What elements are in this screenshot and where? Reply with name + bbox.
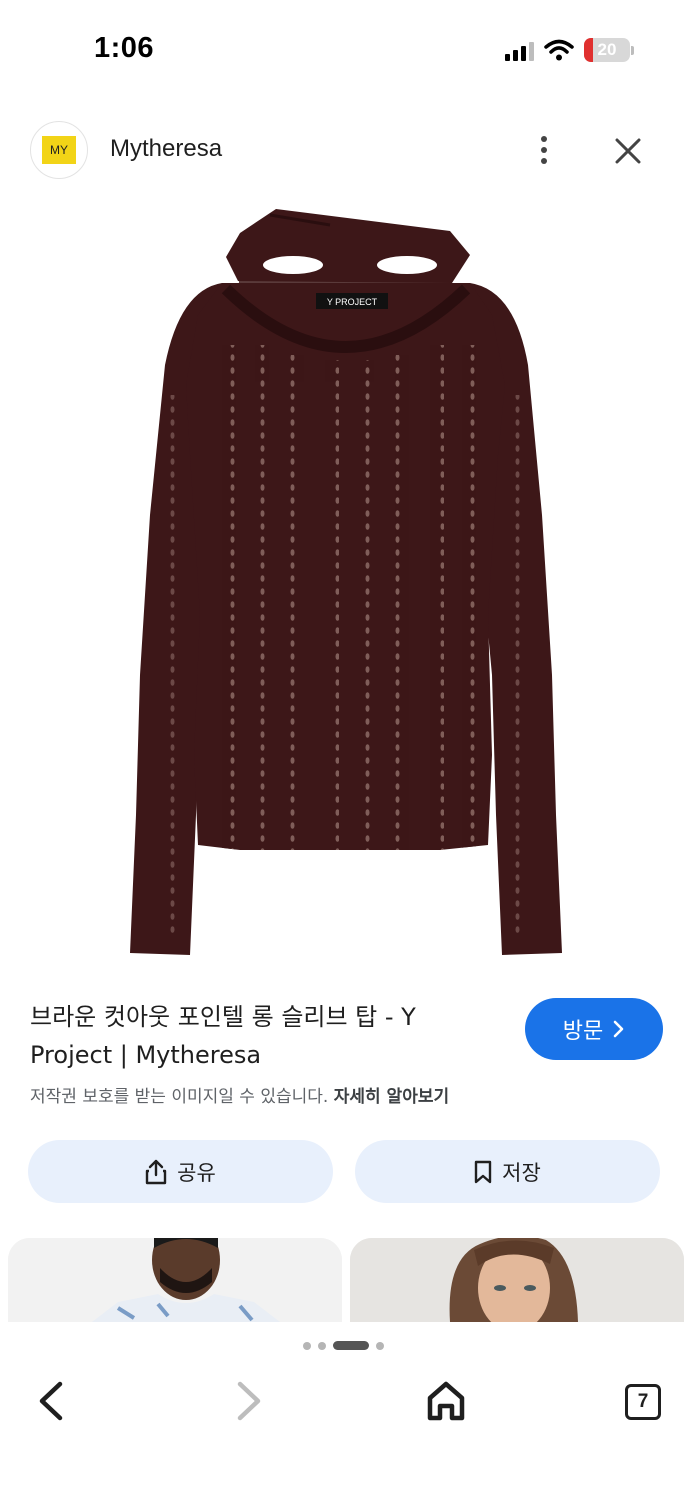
page-dot: [303, 1341, 311, 1350]
copyright-notice: 저작권 보호를 받는 이미지일 수 있습니다. 자세히 알아보기: [30, 1082, 449, 1107]
home-icon[interactable]: [422, 1378, 470, 1424]
related-image-1[interactable]: [8, 1238, 342, 1322]
site-logo-mark: MY: [42, 136, 76, 164]
tab-count: 7: [637, 1391, 649, 1412]
related-image-2[interactable]: [350, 1238, 684, 1322]
visit-label: 방문: [562, 1019, 604, 1044]
cellular-signal-icon: [505, 39, 534, 61]
bottom-navigation-bar: 7: [0, 1322, 692, 1500]
more-vert-icon: [541, 136, 547, 142]
product-image-graphic: Y PROJECT: [130, 209, 562, 955]
page-indicator: [303, 1341, 384, 1350]
share-button[interactable]: 공유: [28, 1140, 333, 1203]
site-name[interactable]: Mytheresa: [110, 135, 222, 163]
product-image[interactable]: Y PROJECT: [0, 195, 692, 975]
status-bar: 1:06 20: [0, 0, 692, 100]
save-button[interactable]: 저장: [355, 1140, 660, 1203]
share-icon: [145, 1159, 167, 1184]
share-label: 공유: [177, 1160, 216, 1185]
battery-tip: [631, 45, 634, 55]
page-dot: [376, 1341, 384, 1350]
battery-icon: 20: [584, 38, 634, 62]
site-header: MY Mytheresa: [0, 115, 692, 185]
related-image-2-graphic: [350, 1238, 684, 1322]
forward-arrow-icon[interactable]: [226, 1378, 270, 1424]
learn-more-link[interactable]: 자세히 알아보기: [334, 1087, 449, 1107]
product-title[interactable]: 브라운 컷아웃 포인텔 롱 슬리브 탑 - Y Project | Myther…: [30, 998, 500, 1074]
page-dot: [318, 1341, 326, 1350]
save-label: 저장: [502, 1160, 541, 1185]
chevron-right-icon: [613, 1020, 624, 1038]
back-arrow-icon[interactable]: [30, 1378, 74, 1424]
brand-label: Y PROJECT: [327, 297, 378, 307]
tabs-button[interactable]: 7: [625, 1384, 661, 1420]
wifi-icon: [544, 39, 574, 61]
related-image-1-graphic: [8, 1238, 342, 1322]
status-icons: 20: [505, 38, 634, 62]
visit-button[interactable]: 방문: [525, 998, 663, 1060]
battery-level: 20: [597, 40, 617, 59]
page-dot-active: [333, 1341, 369, 1350]
close-icon[interactable]: [606, 129, 650, 173]
site-logo[interactable]: MY: [30, 121, 88, 179]
copyright-text: 저작권 보호를 받는 이미지일 수 있습니다.: [30, 1087, 329, 1107]
status-time: 1:06: [94, 32, 155, 64]
battery-body: 20: [584, 38, 630, 62]
more-options-button[interactable]: [526, 129, 562, 171]
bookmark-icon: [474, 1160, 492, 1183]
